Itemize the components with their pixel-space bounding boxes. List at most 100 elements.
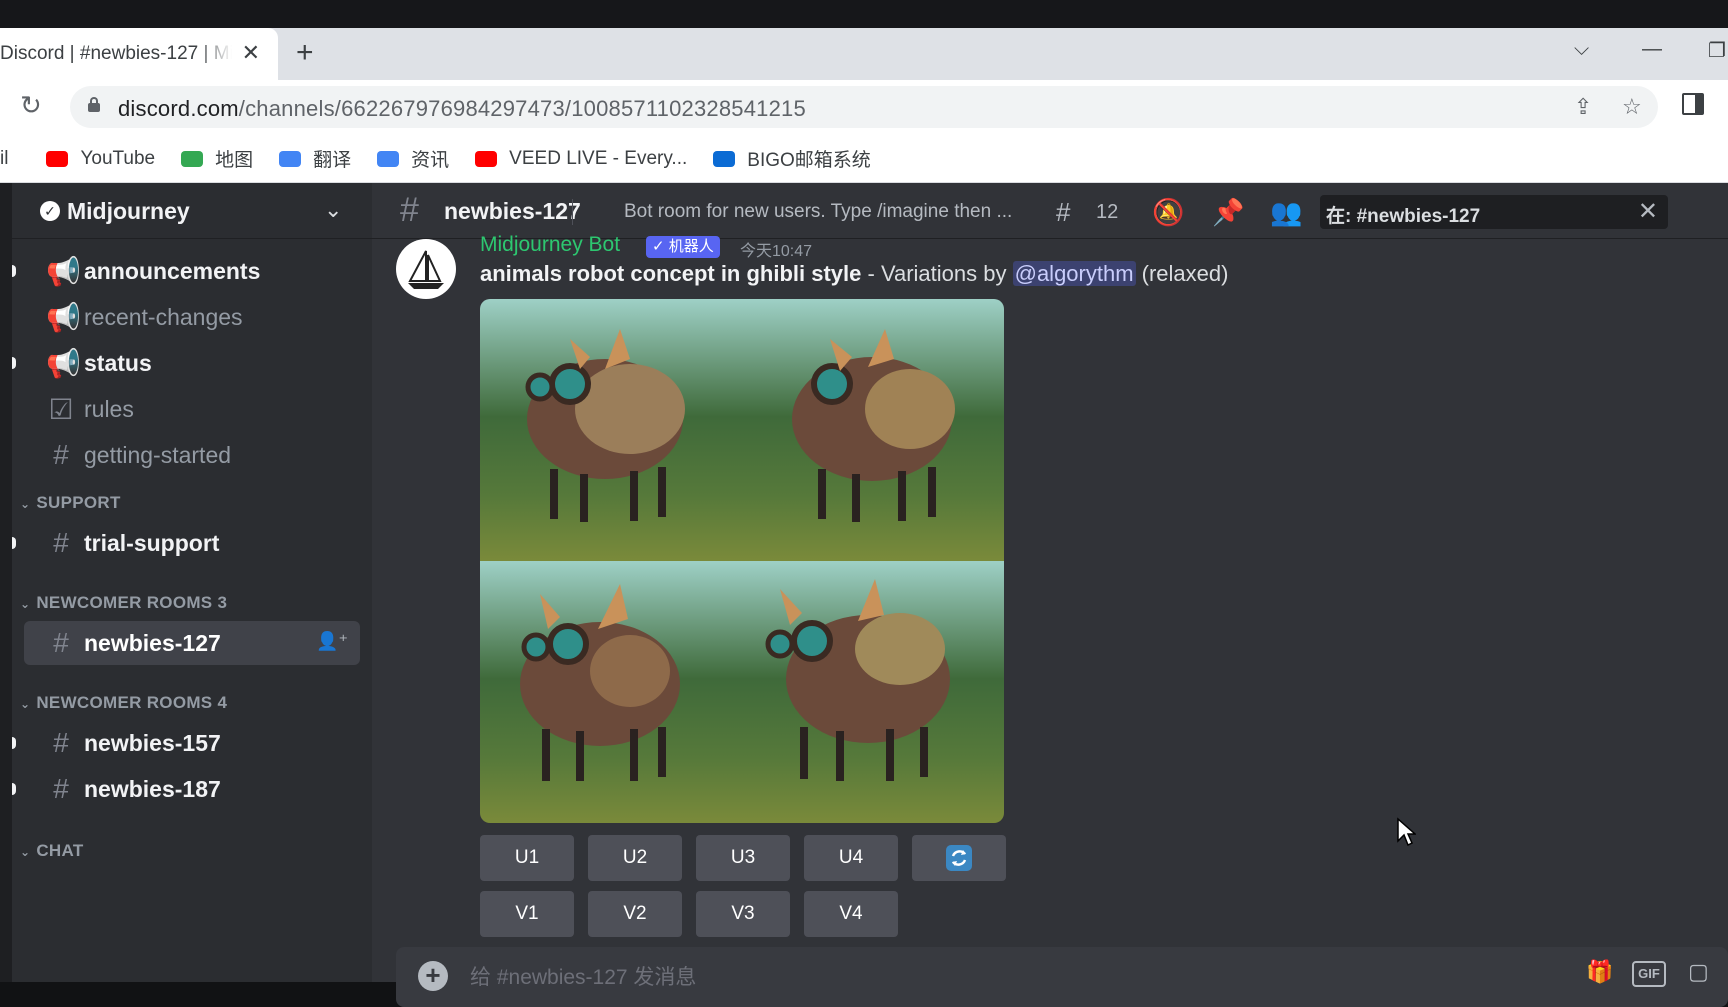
- upscale-2-button[interactable]: U2: [588, 835, 682, 881]
- channel-rules[interactable]: ☑ rules: [24, 387, 360, 431]
- restore-window-icon[interactable]: ❐: [1708, 38, 1726, 63]
- thread-channel-icon: #: [53, 627, 69, 658]
- add-member-icon[interactable]: 👤⁺: [316, 631, 348, 652]
- image-tile: [480, 299, 742, 561]
- category-newcomer-rooms-4[interactable]: ⌄ NEWCOMER ROOMS 4: [20, 693, 227, 713]
- member-list-icon[interactable]: 👥: [1270, 197, 1302, 228]
- unread-indicator: [12, 357, 16, 369]
- channel-recent-changes[interactable]: 📢 recent-changes: [24, 295, 360, 339]
- bigo-icon: [713, 150, 736, 167]
- pin-icon[interactable]: 📌: [1212, 197, 1244, 228]
- channel-label: announcements: [84, 257, 261, 284]
- tab-close-icon[interactable]: ✕: [242, 40, 260, 66]
- channel-topic[interactable]: Bot room for new users. Type /imagine th…: [624, 201, 1012, 223]
- megaphone-icon: 📢: [46, 301, 81, 333]
- channel-label: status: [84, 349, 152, 376]
- bookmark-item[interactable]: il: [0, 148, 8, 170]
- message-middle: - Variations by: [861, 261, 1013, 286]
- server-name: Midjourney: [67, 198, 190, 224]
- refresh-icon: [946, 845, 972, 871]
- category-chat[interactable]: ⌄ CHAT: [20, 841, 84, 861]
- share-icon[interactable]: ⇪: [1574, 94, 1592, 120]
- sailboat-icon: [408, 250, 444, 289]
- upscale-3-button[interactable]: U3: [696, 835, 790, 881]
- channel-status[interactable]: 📢 status: [12, 341, 360, 385]
- thread-channel-icon: #: [400, 191, 419, 229]
- channel-trial-support[interactable]: # trial-support: [12, 521, 360, 565]
- bookmark-translate[interactable]: 翻译: [279, 145, 351, 172]
- channel-label: getting-started: [84, 441, 232, 468]
- search-input[interactable]: 在: #newbies-127 ✕: [1320, 195, 1668, 229]
- robot-animals-image: [480, 299, 1004, 823]
- channel-newbies-157[interactable]: # newbies-157: [12, 721, 360, 765]
- category-newcomer-rooms-3[interactable]: ⌄ NEWCOMER ROOMS 3: [20, 593, 227, 613]
- generated-image-grid[interactable]: [480, 299, 1004, 823]
- new-tab-button[interactable]: +: [296, 36, 314, 70]
- variation-3-button[interactable]: V3: [696, 891, 790, 937]
- url-path: /channels/662267976984297473/10085711023…: [238, 96, 806, 121]
- server-header[interactable]: ✓ Midjourney ⌄: [12, 183, 372, 239]
- server-list: [0, 183, 12, 982]
- variation-2-button[interactable]: V2: [588, 891, 682, 937]
- channel-sidebar: ✓ Midjourney ⌄ 📢 announcements 📢 recent-…: [12, 183, 372, 982]
- message-composer[interactable]: + 给 #newbies-127 发消息 🎁 GIF ▢: [396, 947, 1728, 1007]
- header-divider: [572, 199, 573, 225]
- url-text[interactable]: discord.com/channels/662267976984297473/…: [118, 96, 806, 122]
- upscale-4-button[interactable]: U4: [804, 835, 898, 881]
- image-tile: [742, 561, 1004, 823]
- bookmark-label: 资讯: [411, 150, 450, 171]
- category-support[interactable]: ⌄ SUPPORT: [20, 493, 121, 513]
- bookmark-label: 地图: [215, 150, 254, 171]
- avatar[interactable]: [396, 239, 456, 299]
- image-tile: [480, 561, 742, 823]
- bot-badge: ✓ 机器人: [646, 236, 720, 258]
- bookmark-news[interactable]: 资讯: [377, 145, 449, 172]
- megaphone-icon: 📢: [46, 347, 81, 379]
- reroll-button[interactable]: [912, 835, 1006, 881]
- threads-icon[interactable]: #: [1056, 197, 1070, 228]
- bookmarks-bar: il YouTube 地图 翻译 资讯 VEED LIVE - Every...…: [0, 135, 1728, 183]
- tab-search-chevron-icon[interactable]: ⌵: [1574, 38, 1589, 61]
- channel-getting-started[interactable]: # getting-started: [24, 433, 360, 477]
- gif-icon[interactable]: GIF: [1632, 961, 1666, 987]
- minimize-icon[interactable]: —: [1642, 38, 1662, 61]
- channel-newbies-127[interactable]: # newbies-127 👤⁺: [24, 621, 360, 665]
- bookmark-label: VEED LIVE - Every...: [509, 147, 688, 169]
- bookmark-veed[interactable]: VEED LIVE - Every...: [475, 148, 687, 170]
- category-label: SUPPORT: [36, 493, 121, 512]
- add-attachment-icon[interactable]: +: [418, 961, 448, 991]
- gift-icon[interactable]: 🎁: [1586, 959, 1613, 985]
- channel-label: newbies-127: [84, 629, 221, 656]
- browser-tab[interactable]: Discord | #newbies-127 | Midjourney ✕: [0, 28, 278, 80]
- thread-count[interactable]: 12: [1096, 201, 1118, 224]
- channel-announcements[interactable]: 📢 announcements: [12, 249, 360, 293]
- thread-channel-icon: #: [53, 727, 69, 758]
- channel-newbies-187[interactable]: # newbies-187: [12, 767, 360, 811]
- bookmark-bigo[interactable]: BIGO邮箱系统: [713, 145, 871, 172]
- variation-1-button[interactable]: V1: [480, 891, 574, 937]
- chevron-down-icon[interactable]: ⌄: [324, 197, 342, 223]
- reload-icon[interactable]: ↻: [20, 90, 42, 121]
- upscale-1-button[interactable]: U1: [480, 835, 574, 881]
- hash-icon: #: [53, 439, 69, 470]
- side-panel-icon[interactable]: [1682, 93, 1704, 115]
- close-icon[interactable]: ✕: [1638, 197, 1658, 226]
- user-mention[interactable]: @algorythm: [1012, 261, 1136, 286]
- message-input[interactable]: 给 #newbies-127 发消息: [470, 961, 696, 991]
- bookmark-label: il: [0, 147, 9, 169]
- bookmark-star-icon[interactable]: ☆: [1622, 94, 1642, 120]
- browser-toolbar: ↻ discord.com/channels/66226797698429747…: [0, 80, 1728, 135]
- lock-icon[interactable]: [88, 97, 100, 112]
- mute-bell-icon[interactable]: 🔕: [1152, 197, 1184, 228]
- variation-4-button[interactable]: V4: [804, 891, 898, 937]
- address-bar[interactable]: discord.com/channels/662267976984297473/…: [70, 86, 1658, 128]
- chevron-down-icon: ⌄: [20, 497, 31, 511]
- bookmark-youtube[interactable]: YouTube: [46, 148, 155, 170]
- chat-header: # newbies-127 Bot room for new users. Ty…: [372, 183, 1728, 239]
- sticker-icon[interactable]: ▢: [1688, 959, 1709, 985]
- message-suffix: (relaxed): [1135, 261, 1229, 286]
- unread-indicator: [12, 265, 16, 277]
- chevron-down-icon: ⌄: [20, 697, 31, 711]
- bookmark-maps[interactable]: 地图: [181, 145, 253, 172]
- message-author[interactable]: Midjourney Bot: [480, 233, 620, 257]
